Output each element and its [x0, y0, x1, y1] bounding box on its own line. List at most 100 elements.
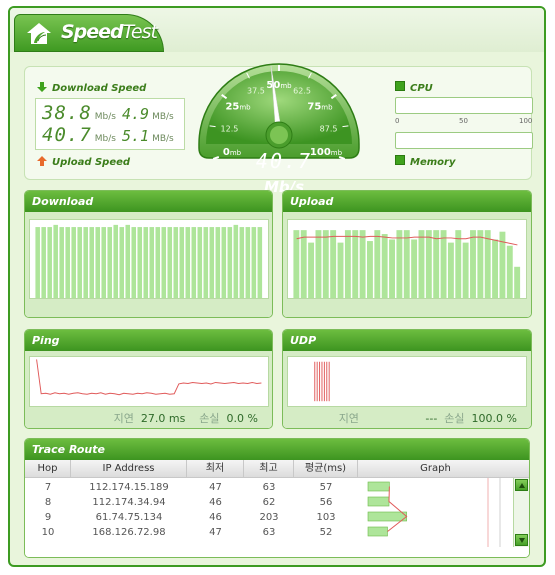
download-bar [101, 227, 106, 298]
ping-loss-value: 0.0 % [226, 412, 258, 425]
upload-bar [344, 230, 351, 298]
download-bar [137, 227, 143, 298]
cell-avg: 103 [316, 512, 336, 523]
download-bar [173, 227, 179, 298]
upload-bar [374, 230, 381, 298]
column-max[interactable]: 최고 [244, 460, 294, 477]
column-min[interactable]: 최저 [187, 460, 244, 477]
cell-ip: 61.74.75.134 [95, 512, 163, 523]
cell-max: 63 [262, 527, 276, 538]
upload-bar [455, 230, 462, 298]
cell-hop: 10 [41, 527, 55, 538]
column-ip-address[interactable]: IP Address [71, 460, 187, 477]
cell-min: 47 [209, 527, 222, 538]
upload-bar [462, 242, 469, 298]
download-bar [167, 227, 173, 298]
trace-bar [367, 511, 407, 522]
download-bar [191, 227, 197, 298]
udp-loss-label: 손실 [444, 412, 465, 425]
cell-avg: 56 [319, 497, 333, 508]
download-chart [29, 219, 269, 299]
gauge-label: 37.5 [247, 87, 265, 96]
cell-hop: 8 [44, 497, 52, 508]
upload-speed-text: Upload Speed [52, 157, 131, 168]
download-bar [233, 224, 239, 298]
download-bar [131, 227, 137, 298]
cpu-scale-max: 100 [519, 117, 533, 125]
upload-bar [359, 230, 366, 298]
upload-mbit-value: 40.7 [42, 124, 92, 146]
download-bar [65, 227, 70, 298]
download-arrow-icon [37, 82, 47, 92]
ping-panel-body: 지연 27.0 ms 손실 0.0 % [25, 351, 272, 428]
download-bar [71, 227, 76, 298]
download-bar [89, 227, 94, 298]
scrollbar[interactable] [513, 478, 529, 547]
download-readout-row: 38.8 Mb/s 4.9 MB/s [42, 102, 180, 124]
download-bar [245, 227, 251, 298]
cell-ip: 112.174.15.189 [89, 482, 169, 493]
memory-meter [395, 132, 533, 149]
download-bar [107, 227, 113, 298]
trace-graph [367, 478, 501, 547]
app-title-light: Test [122, 21, 158, 43]
udp-stats: 지연 --- 손실 100.0 % [339, 410, 517, 426]
download-mbyte-unit: MB/s [152, 112, 174, 122]
speed-readout-box: 38.8 Mb/s 4.9 MB/s 40.7 Mb/s 5.1 MB/s [35, 98, 185, 150]
download-bar [239, 227, 245, 298]
scroll-down-button[interactable] [515, 534, 528, 546]
trace-line [387, 486, 408, 532]
trace-bar [367, 526, 388, 537]
download-panel-title: Download [25, 191, 272, 212]
speedtest-window: SpeedTest Download Speed 38.8 Mb/s 4.9 MB/s… [8, 6, 546, 567]
download-bar [227, 227, 233, 298]
cell-avg: 57 [319, 482, 333, 493]
memory-label: Memory [395, 155, 455, 168]
cpu-label-text: CPU [410, 83, 433, 94]
upload-bar [293, 230, 300, 298]
upload-bar [470, 230, 476, 298]
scroll-up-button[interactable] [515, 479, 528, 491]
upload-bar [418, 230, 425, 298]
upload-mbyte-unit: MB/s [152, 134, 174, 144]
download-bar [185, 227, 191, 298]
upload-chart [287, 219, 527, 299]
ping-panel-title: Ping [25, 330, 272, 351]
trace-route-header: Hop IP Address 최저 최고 평균(ms) Graph [25, 460, 529, 478]
upload-bar [447, 242, 454, 298]
trace-bar [367, 496, 390, 507]
gauge-label: 12.5 [221, 124, 239, 133]
udp-latency-value: --- [425, 412, 438, 425]
gauge-label-unit: mb [321, 103, 333, 111]
download-mbit-unit: Mb/s [94, 112, 116, 122]
column-avg[interactable]: 평균(ms) [294, 460, 358, 477]
upload-bar [403, 230, 410, 298]
download-bar [197, 227, 203, 298]
download-panel-body [25, 212, 272, 317]
arrow-down-icon [519, 538, 525, 543]
download-bar [59, 227, 64, 298]
download-bar [161, 227, 167, 298]
upload-bar [389, 239, 395, 298]
gauge-label: 87.5 [320, 124, 338, 133]
column-hop[interactable]: Hop [25, 460, 71, 477]
cell-ip: 168.126.72.98 [92, 527, 166, 538]
upload-panel-body [283, 212, 531, 317]
app-title-bold: Speed [61, 21, 124, 43]
trace-route-title: Trace Route [25, 439, 529, 460]
download-bar [179, 227, 185, 298]
cpu-scale-mid: 50 [459, 117, 468, 125]
upload-readout-row: 40.7 Mb/s 5.1 MB/s [42, 124, 180, 146]
arrow-up-icon [519, 483, 525, 488]
download-panel: Download [24, 190, 273, 318]
ping-line [36, 359, 262, 396]
download-bar [215, 227, 221, 298]
cell-hop: 7 [44, 482, 52, 493]
cpu-label: CPU [395, 81, 433, 94]
trace-route-table: Hop IP Address 최저 최고 평균(ms) Graph 7 112.1… [25, 460, 529, 557]
download-bar [149, 227, 155, 298]
udp-panel-body: 지연 --- 손실 100.0 % [283, 351, 531, 428]
column-graph[interactable]: Graph [358, 460, 513, 477]
download-bar [35, 227, 40, 298]
udp-latency-label: 지연 [338, 412, 359, 425]
